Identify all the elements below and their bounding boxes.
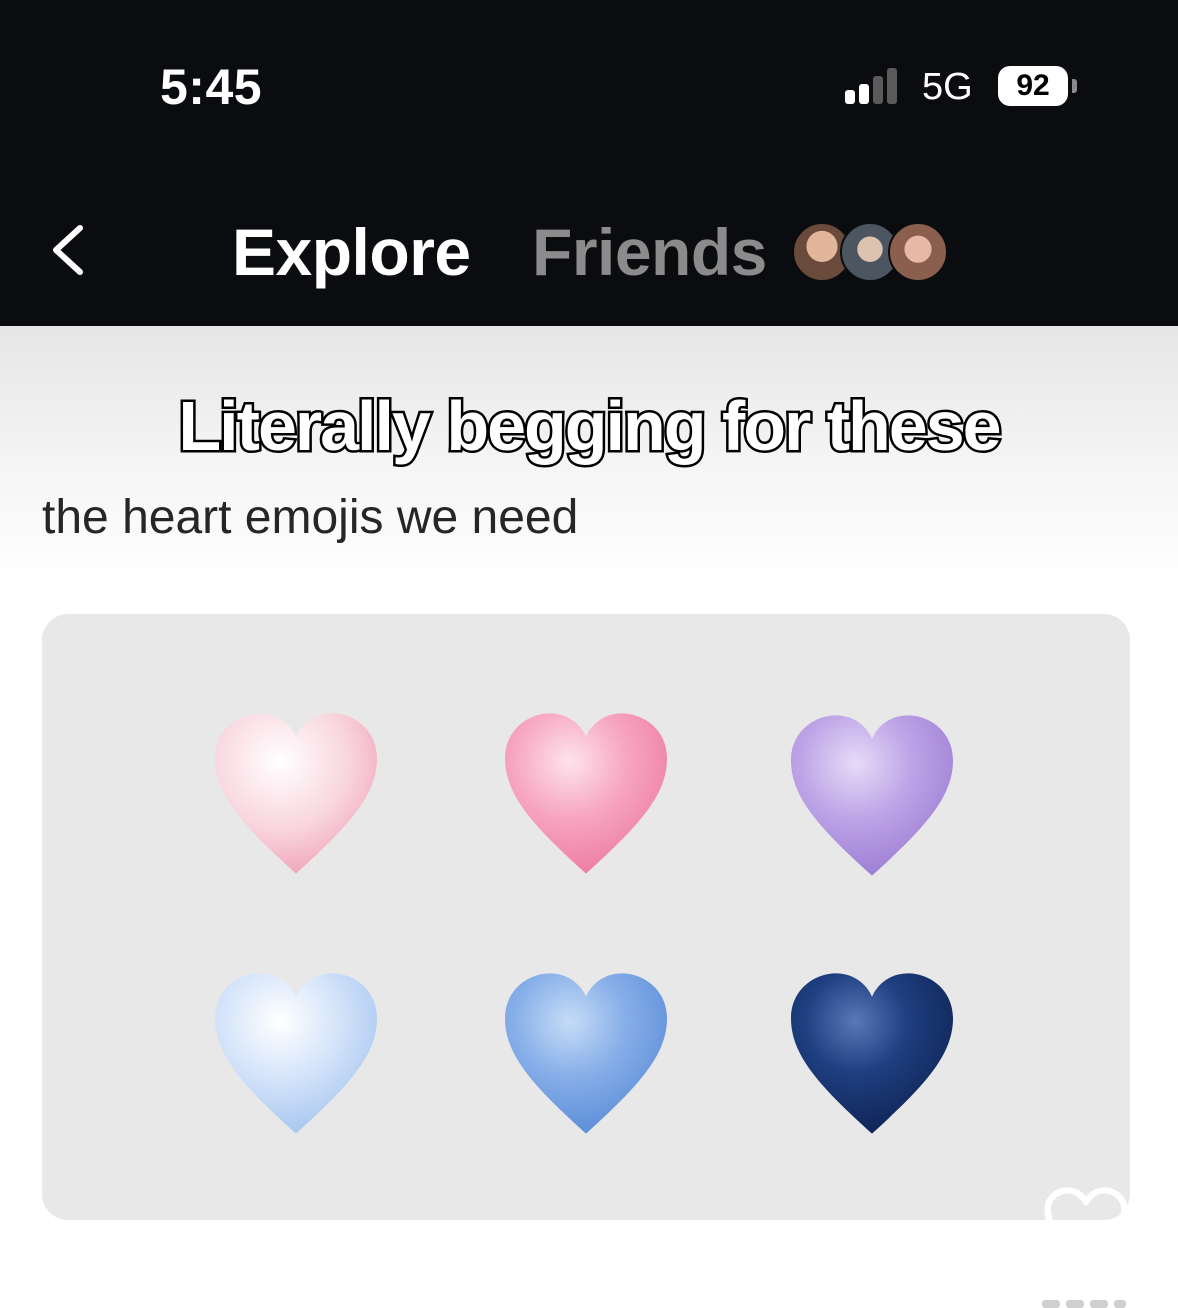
navy-heart-icon: [791, 973, 953, 1134]
light-pink-heart-icon: [215, 713, 377, 874]
pink-heart-icon: [505, 713, 667, 874]
network-type: 5G: [922, 66, 973, 108]
screen: 5:45 5G 92 Explore Friends Literally beg…: [0, 0, 1178, 1308]
post-caption: Literally begging for these: [176, 385, 1004, 468]
tab-explore[interactable]: Explore: [232, 214, 471, 290]
battery-tip: [1072, 79, 1077, 93]
signal-icon: [845, 68, 905, 104]
battery-level: 92: [1016, 69, 1050, 102]
heart-outline-icon: [1044, 1187, 1128, 1264]
friend-avatars[interactable]: [792, 222, 952, 282]
chevron-left-icon: [53, 225, 83, 275]
lavender-heart-icon: [791, 715, 953, 876]
post-subtext: the heart emojis we need: [42, 491, 579, 544]
blue-heart-icon: [505, 973, 667, 1134]
back-button[interactable]: [40, 220, 100, 280]
emoji-card: [42, 614, 1130, 1220]
tab-friends[interactable]: Friends: [532, 214, 767, 290]
battery-icon: 92: [998, 66, 1068, 106]
like-count-stub: [1042, 1300, 1126, 1308]
avatar: [888, 222, 948, 282]
light-blue-heart-icon: [215, 973, 377, 1134]
status-time: 5:45: [160, 59, 263, 115]
like-button[interactable]: [1040, 1184, 1132, 1268]
top-bar: 5:45 5G 92 Explore Friends: [0, 0, 1178, 326]
